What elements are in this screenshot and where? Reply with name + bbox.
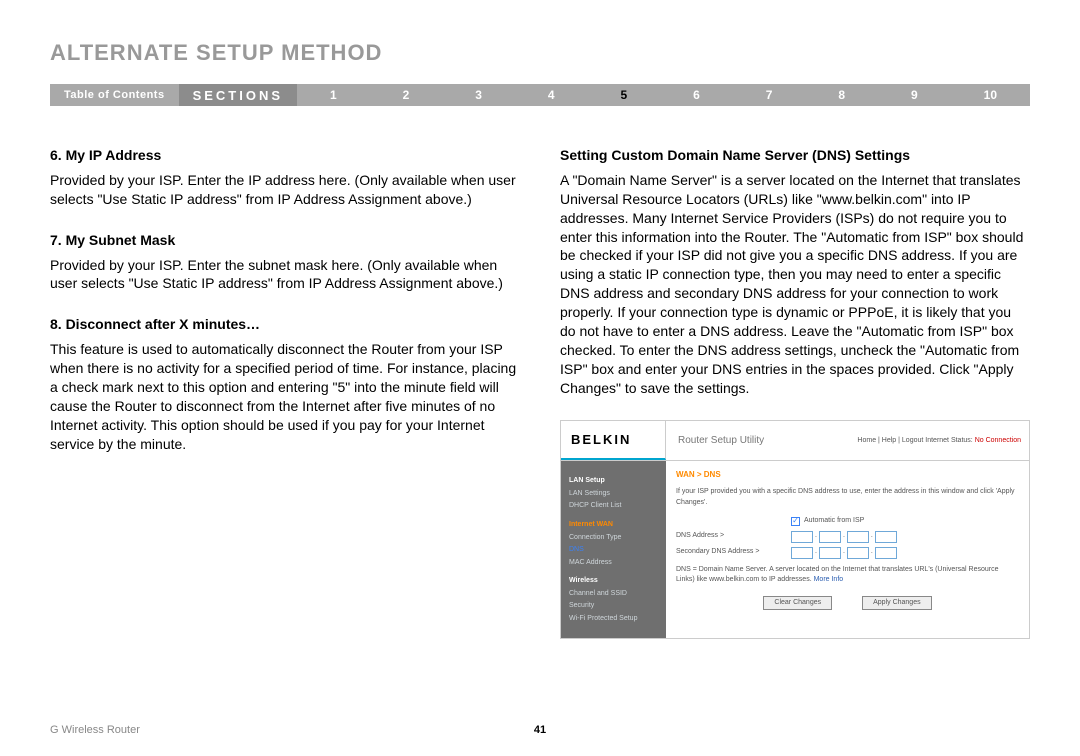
dns-octet-3[interactable] [847,531,869,543]
sidebar-item-wps[interactable]: Wi-Fi Protected Setup [569,613,658,626]
heading-dns: Setting Custom Domain Name Server (DNS) … [560,146,1030,165]
utility-title: Router Setup Utility [666,428,776,454]
para-my-ip: Provided by your ISP. Enter the IP addre… [50,171,520,209]
sidebar-group-wireless: Wireless [569,575,658,588]
toc-link[interactable]: Table of Contents [50,89,179,101]
dns2-octet-1[interactable] [791,547,813,559]
clear-changes-button[interactable]: Clear Changes [763,596,832,611]
auto-isp-label: Automatic from ISP [804,516,864,527]
auto-isp-checkbox[interactable]: ✓ [791,517,800,526]
dns2-octet-3[interactable] [847,547,869,559]
left-column: 6. My IP Address Provided by your ISP. E… [50,146,520,639]
heading-subnet: 7. My Subnet Mask [50,231,520,250]
sidebar-item-connection-type[interactable]: Connection Type [569,532,658,545]
internet-status: No Connection [975,437,1021,444]
section-link-8[interactable]: 8 [838,88,845,102]
section-link-6[interactable]: 6 [693,88,700,102]
heading-disconnect: 8. Disconnect after X minutes… [50,315,520,334]
section-link-2[interactable]: 2 [403,88,410,102]
dns2-octet-4[interactable] [875,547,897,559]
section-link-3[interactable]: 3 [475,88,482,102]
sections-label: SECTIONS [179,84,297,106]
dns-octet-4[interactable] [875,531,897,543]
dns-octet-2[interactable] [819,531,841,543]
section-link-7[interactable]: 7 [766,88,773,102]
para-subnet: Provided by your ISP. Enter the subnet m… [50,256,520,294]
dns-note: DNS = Domain Name Server. A server locat… [676,565,1019,586]
sidebar-item-lan-settings[interactable]: LAN Settings [569,488,658,501]
sidebar-item-dhcp[interactable]: DHCP Client List [569,500,658,513]
section-link-5[interactable]: 5 [621,88,628,102]
section-numbers: 1 2 3 4 5 6 7 8 9 10 [297,88,1030,102]
router-utility-screenshot: BELKIN Router Setup Utility Home | Help … [560,420,1030,639]
footer-product: G Wireless Router [50,724,140,736]
sidebar-group-lan: LAN Setup [569,475,658,488]
dns-octet-1[interactable] [791,531,813,543]
sidebar-item-mac[interactable]: MAC Address [569,557,658,570]
para-dns: A "Domain Name Server" is a server locat… [560,171,1030,398]
belkin-logo: BELKIN [561,421,666,461]
utility-sidebar: LAN Setup LAN Settings DHCP Client List … [561,461,666,638]
section-navbar: Table of Contents SECTIONS 1 2 3 4 5 6 7… [50,84,1030,106]
dns-label: DNS Address > [676,531,791,542]
utility-content: WAN > DNS If your ISP provided you with … [666,461,1029,638]
page-number: 41 [534,724,546,736]
page-title: ALTERNATE SETUP METHOD [50,40,1030,66]
dns2-octet-2[interactable] [819,547,841,559]
utility-links-text[interactable]: Home | Help | Logout Internet Status: [857,437,974,444]
utility-top-links[interactable]: Home | Help | Logout Internet Status: No… [849,430,1029,451]
sidebar-group-wan: Internet WAN [569,519,658,532]
section-link-4[interactable]: 4 [548,88,555,102]
more-info-link[interactable]: More Info [814,576,844,583]
apply-changes-button[interactable]: Apply Changes [862,596,931,611]
section-link-10[interactable]: 10 [984,88,997,102]
section-link-9[interactable]: 9 [911,88,918,102]
right-column: Setting Custom Domain Name Server (DNS) … [560,146,1030,639]
para-disconnect: This feature is used to automatically di… [50,340,520,453]
intro-text: If your ISP provided you with a specific… [676,487,1019,508]
heading-my-ip: 6. My IP Address [50,146,520,165]
sidebar-item-dns[interactable]: DNS [569,544,658,557]
section-link-1[interactable]: 1 [330,88,337,102]
breadcrumb: WAN > DNS [676,469,1019,481]
sidebar-item-channel[interactable]: Channel and SSID [569,588,658,601]
sidebar-item-security[interactable]: Security [569,600,658,613]
dns2-label: Secondary DNS Address > [676,547,791,558]
